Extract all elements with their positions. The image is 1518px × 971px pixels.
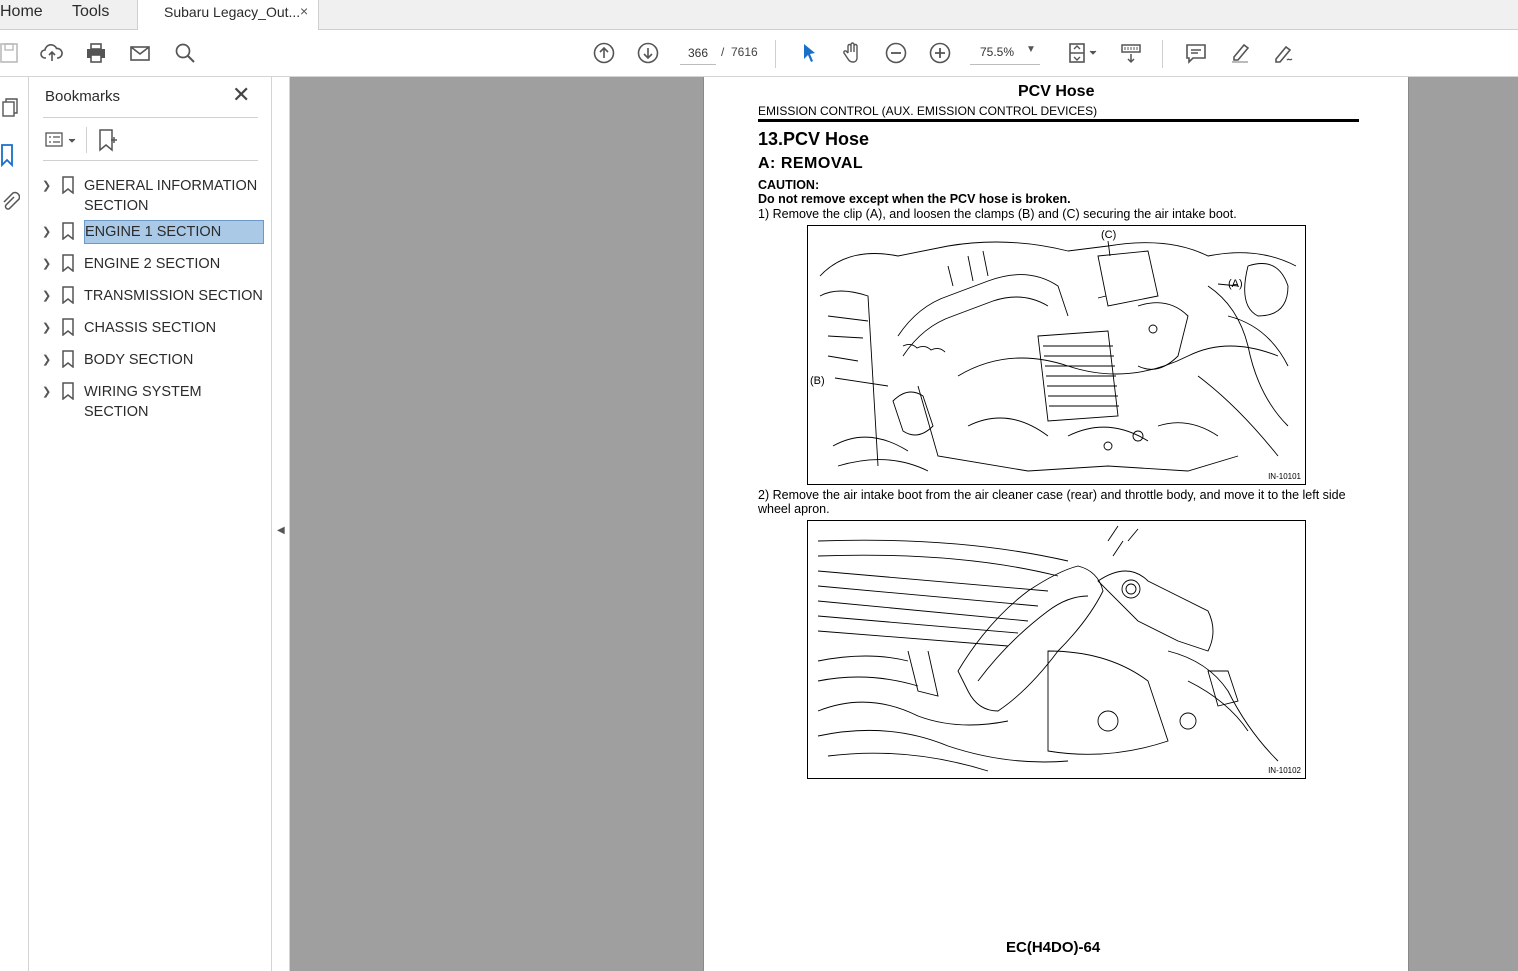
bookmark-label: BODY SECTION: [84, 352, 194, 368]
expand-chevron-icon[interactable]: ❯: [42, 321, 51, 334]
bookmark-icon: [62, 254, 74, 272]
bookmark-item[interactable]: ❯ ENGINE 2 SECTION: [29, 254, 272, 276]
zoom-level-select[interactable]: 75.5% ▼: [970, 41, 1040, 65]
highlight-pen-icon[interactable]: [1226, 39, 1254, 67]
bookmark-label: ENGINE 1 SECTION: [84, 220, 264, 244]
figure-code-2: IN-10102: [1268, 766, 1301, 775]
divider: [86, 127, 87, 153]
bookmark-icon: [62, 222, 74, 240]
engine-drawing-1: [819, 240, 1297, 472]
bookmark-icon: [62, 382, 74, 400]
next-page-icon[interactable]: [634, 39, 662, 67]
expand-chevron-icon[interactable]: ❯: [42, 353, 51, 366]
caution-label: CAUTION:: [758, 178, 820, 192]
bookmarks-icon[interactable]: [0, 143, 20, 168]
subsection-heading: A: REMOVAL: [758, 155, 864, 172]
previous-page-icon[interactable]: [590, 39, 618, 67]
caution-text: Do not remove except when the PCV hose i…: [758, 192, 1071, 206]
bookmark-icon: [62, 286, 74, 304]
page-separator: /: [721, 45, 725, 59]
zoom-in-icon[interactable]: [926, 39, 954, 67]
bookmark-item[interactable]: ❯ GENERAL INFORMATION SECTION: [29, 176, 272, 218]
page-footer: EC(H4DO)-64: [1006, 939, 1101, 956]
expand-chevron-icon[interactable]: ❯: [42, 257, 51, 270]
menu-tools[interactable]: Tools: [72, 0, 109, 30]
expand-chevron-icon[interactable]: ❯: [42, 385, 51, 398]
comment-icon[interactable]: [1182, 39, 1210, 67]
bookmarks-panel: Bookmarks ✕ ❯ GENERAL INFORMATION SECTION…: [29, 77, 272, 971]
bookmark-label: TRANSMISSION SECTION: [84, 288, 263, 304]
bookmark-icon: [62, 350, 74, 368]
document-page: PCV Hose EMISSION CONTROL (AUX. EMISSION…: [703, 77, 1409, 971]
page-fit-icon[interactable]: [1062, 39, 1102, 67]
bookmark-label: CHASSIS SECTION: [84, 320, 217, 336]
document-tab[interactable]: Subaru Legacy_Out... ×: [137, 0, 319, 31]
save-icon[interactable]: [0, 39, 24, 67]
header-rule: [758, 119, 1359, 122]
email-icon[interactable]: [126, 39, 154, 67]
divider: [43, 160, 258, 161]
bookmark-icon: [62, 318, 74, 336]
print-icon[interactable]: [82, 39, 110, 67]
expand-chevron-icon[interactable]: ❯: [42, 289, 51, 302]
bookmark-item[interactable]: ❯ BODY SECTION: [29, 350, 272, 372]
expand-chevron-icon[interactable]: ❯: [42, 179, 51, 192]
engine-drawing-2: [817, 525, 1279, 772]
hand-tool-icon[interactable]: [838, 39, 866, 67]
page-total: 7616: [731, 45, 758, 59]
document-tab-title: Subaru Legacy_Out...: [164, 4, 301, 20]
bookmark-item[interactable]: ❯ CHASSIS SECTION: [29, 318, 272, 340]
new-bookmark-icon[interactable]: [97, 128, 119, 152]
page-title: PCV Hose: [1018, 83, 1095, 100]
figure-label-b: (B): [810, 375, 825, 387]
zoom-out-icon[interactable]: [882, 39, 910, 67]
attachments-icon[interactable]: [0, 189, 21, 213]
collapse-arrow-icon: ◀: [277, 525, 285, 536]
close-tab-icon[interactable]: ×: [300, 3, 308, 19]
bookmark-label: WIRING SYSTEM SECTION: [84, 384, 202, 420]
bookmark-item[interactable]: ❯ TRANSMISSION SECTION: [29, 286, 272, 308]
figure-label-c: (C): [1101, 229, 1117, 241]
close-panel-icon[interactable]: ✕: [232, 84, 250, 106]
select-cursor-icon[interactable]: [795, 39, 823, 67]
zoom-level-value: 75.5%: [980, 45, 1015, 59]
bookmark-options-icon[interactable]: [45, 130, 79, 150]
page-section: EMISSION CONTROL (AUX. EMISSION CONTROL …: [758, 104, 1098, 118]
section-heading: 13.PCV Hose: [758, 129, 870, 149]
bookmark-label: ENGINE 2 SECTION: [84, 256, 221, 272]
figure-label-a: (A): [1228, 278, 1243, 290]
toolbar-divider: [1162, 40, 1163, 68]
navigation-rail: [0, 77, 29, 971]
chevron-down-icon: ▼: [1026, 44, 1036, 55]
bookmarks-panel-title: Bookmarks: [45, 88, 121, 105]
engine-illustration-2: IN-10102: [807, 520, 1306, 779]
sign-icon[interactable]: [1270, 39, 1298, 67]
page-number-input[interactable]: 366: [680, 41, 716, 65]
toolbar-divider: [775, 40, 776, 68]
figure-code-1: IN-10101: [1268, 472, 1301, 481]
bookmark-icon: [62, 176, 74, 194]
engine-illustration-1: (C) (A) (B) IN-10101: [807, 225, 1306, 485]
page-thumbnails-icon[interactable]: [0, 97, 20, 119]
bookmark-item[interactable]: ❯ ENGINE 1 SECTION: [29, 220, 272, 244]
toolbar: 366 / 7616 75.5% ▼: [0, 30, 1518, 77]
tab-bar: Home Tools Subaru Legacy_Out... ×: [0, 0, 1518, 31]
upload-cloud-icon[interactable]: [38, 39, 66, 67]
bookmark-label: GENERAL INFORMATION SECTION: [84, 178, 258, 214]
panel-collapse-handle[interactable]: ◀: [272, 77, 290, 971]
menu-home[interactable]: Home: [0, 0, 43, 30]
divider: [43, 117, 258, 118]
step-2-text: 2) Remove the air intake boot from the a…: [758, 488, 1346, 516]
expand-chevron-icon[interactable]: ❯: [42, 225, 51, 238]
bookmark-item[interactable]: ❯ WIRING SYSTEM SECTION: [29, 382, 272, 420]
step-1-text: 1) Remove the clip (A), and loosen the c…: [758, 207, 1237, 221]
search-icon[interactable]: [171, 39, 199, 67]
scroll-mode-icon[interactable]: [1117, 39, 1145, 67]
